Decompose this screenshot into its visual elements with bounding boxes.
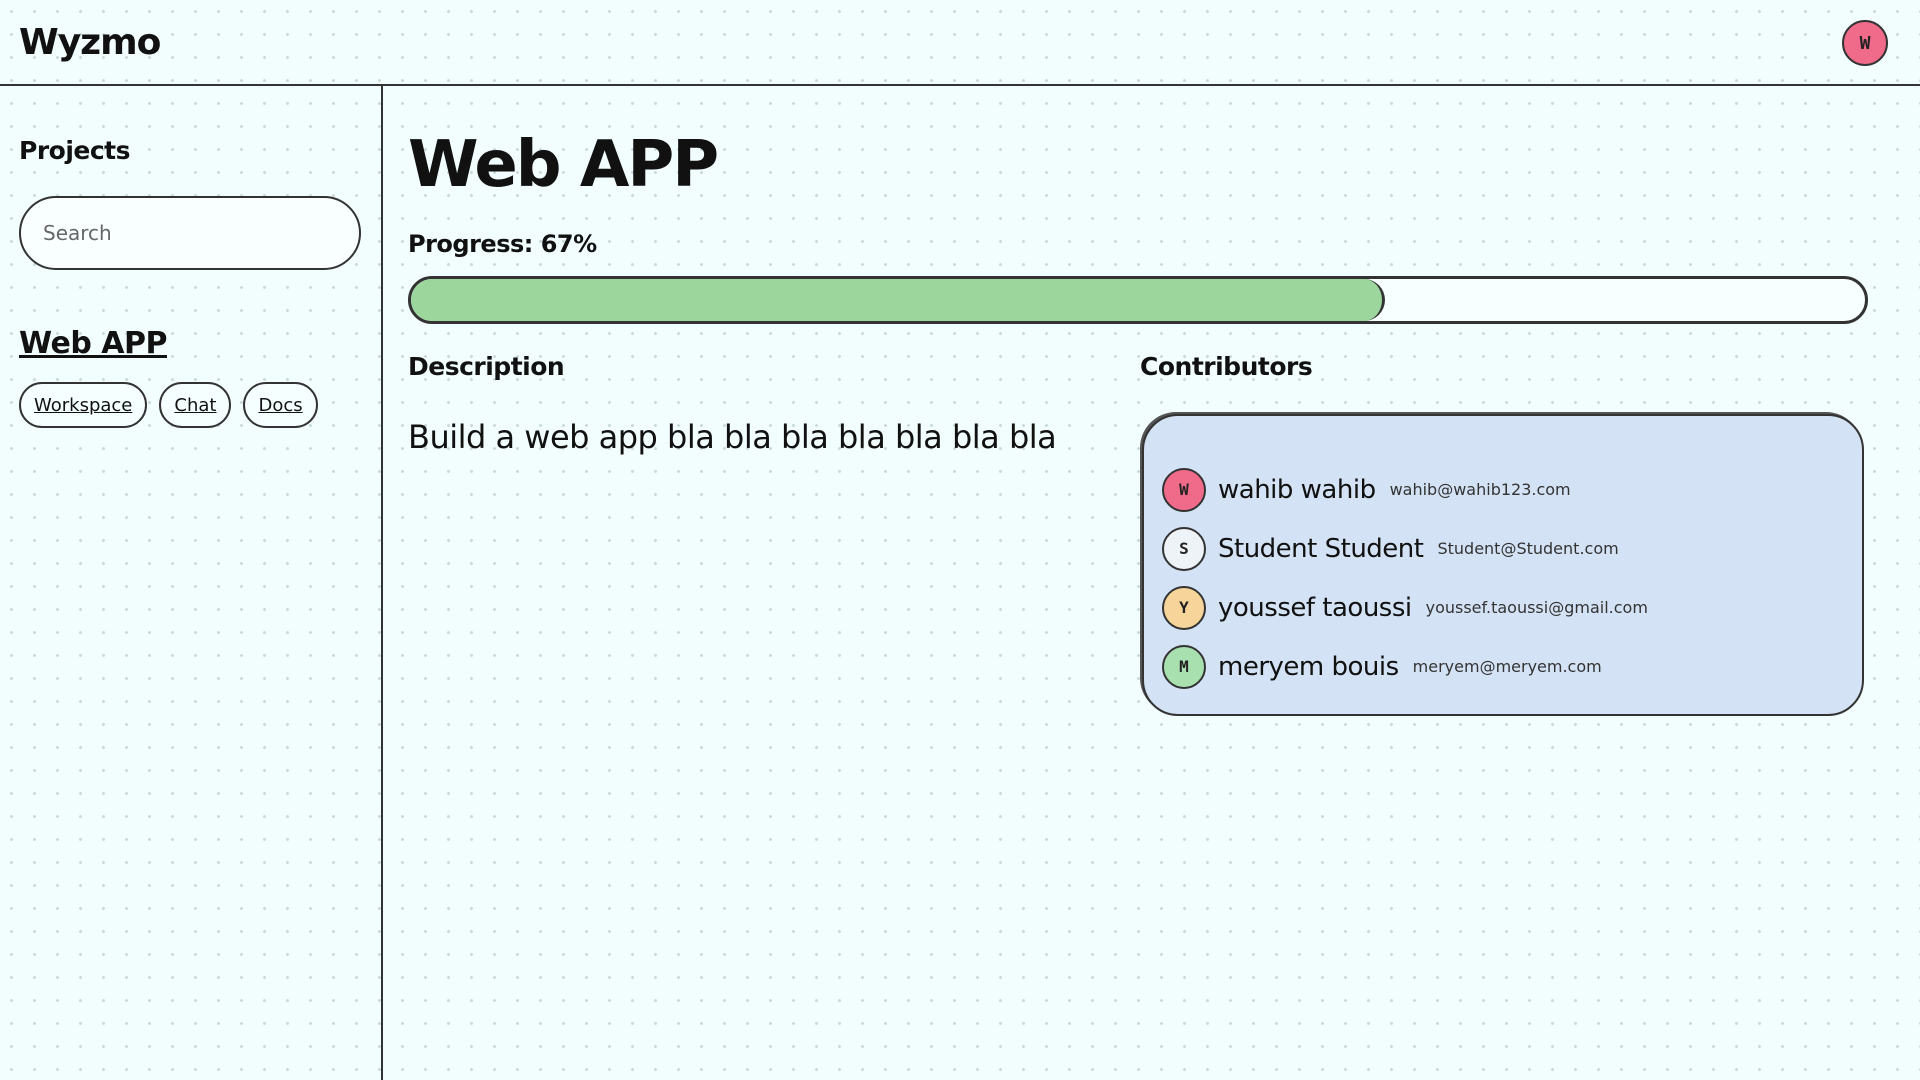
description-text: Build a web app bla bla bla bla bla bla … [408,418,1057,456]
progress-bar-fill [411,279,1386,321]
contributor-item: M meryem bouis meryem@meryem.com [1162,637,1648,696]
sidebar-heading: Projects [19,136,131,165]
contributors-card: W wahib wahib wahib@wahib123.com S Stude… [1142,414,1864,716]
project-link-web-app[interactable]: Web APP [19,326,167,361]
contributor-avatar: Y [1162,585,1206,630]
contributor-name: Student Student [1218,533,1424,564]
chat-link[interactable]: Chat [159,382,232,428]
docs-link[interactable]: Docs [243,382,318,428]
contributors-heading: Contributors [1140,352,1313,381]
workspace-link[interactable]: Workspace [19,382,148,428]
user-avatar[interactable]: W [1842,20,1888,66]
contributor-email: Student@Student.com [1437,539,1619,558]
top-bar: Wyzmo W [0,0,1920,86]
contributor-email: youssef.taoussi@gmail.com [1425,598,1648,617]
sidebar: Projects Web APP Workspace Chat Docs [0,86,383,1080]
contributor-avatar: W [1162,467,1206,512]
contributor-email: wahib@wahib123.com [1389,480,1571,499]
contributor-email: meryem@meryem.com [1412,657,1602,676]
contributor-item: W wahib wahib wahib@wahib123.com [1162,460,1648,519]
page-title: Web APP [408,128,719,202]
contributor-name: wahib wahib [1218,474,1376,505]
user-avatar-initial: W [1859,32,1871,54]
contributor-avatar: S [1162,526,1206,571]
contributor-item: Y youssef taoussi youssef.taoussi@gmail.… [1162,578,1648,637]
contributor-name: youssef taoussi [1218,592,1412,623]
contributor-item: S Student Student Student@Student.com [1162,519,1648,578]
description-heading: Description [408,352,565,381]
project-links: Workspace Chat Docs [19,382,318,428]
contributor-name: meryem bouis [1218,651,1399,682]
progress-label: Progress: 67% [408,230,597,258]
app-title: Wyzmo [19,22,161,63]
contributor-avatar: M [1162,644,1206,689]
progress-bar [408,276,1868,324]
search-input[interactable] [19,196,361,270]
contributors-list: W wahib wahib wahib@wahib123.com S Stude… [1162,460,1648,696]
